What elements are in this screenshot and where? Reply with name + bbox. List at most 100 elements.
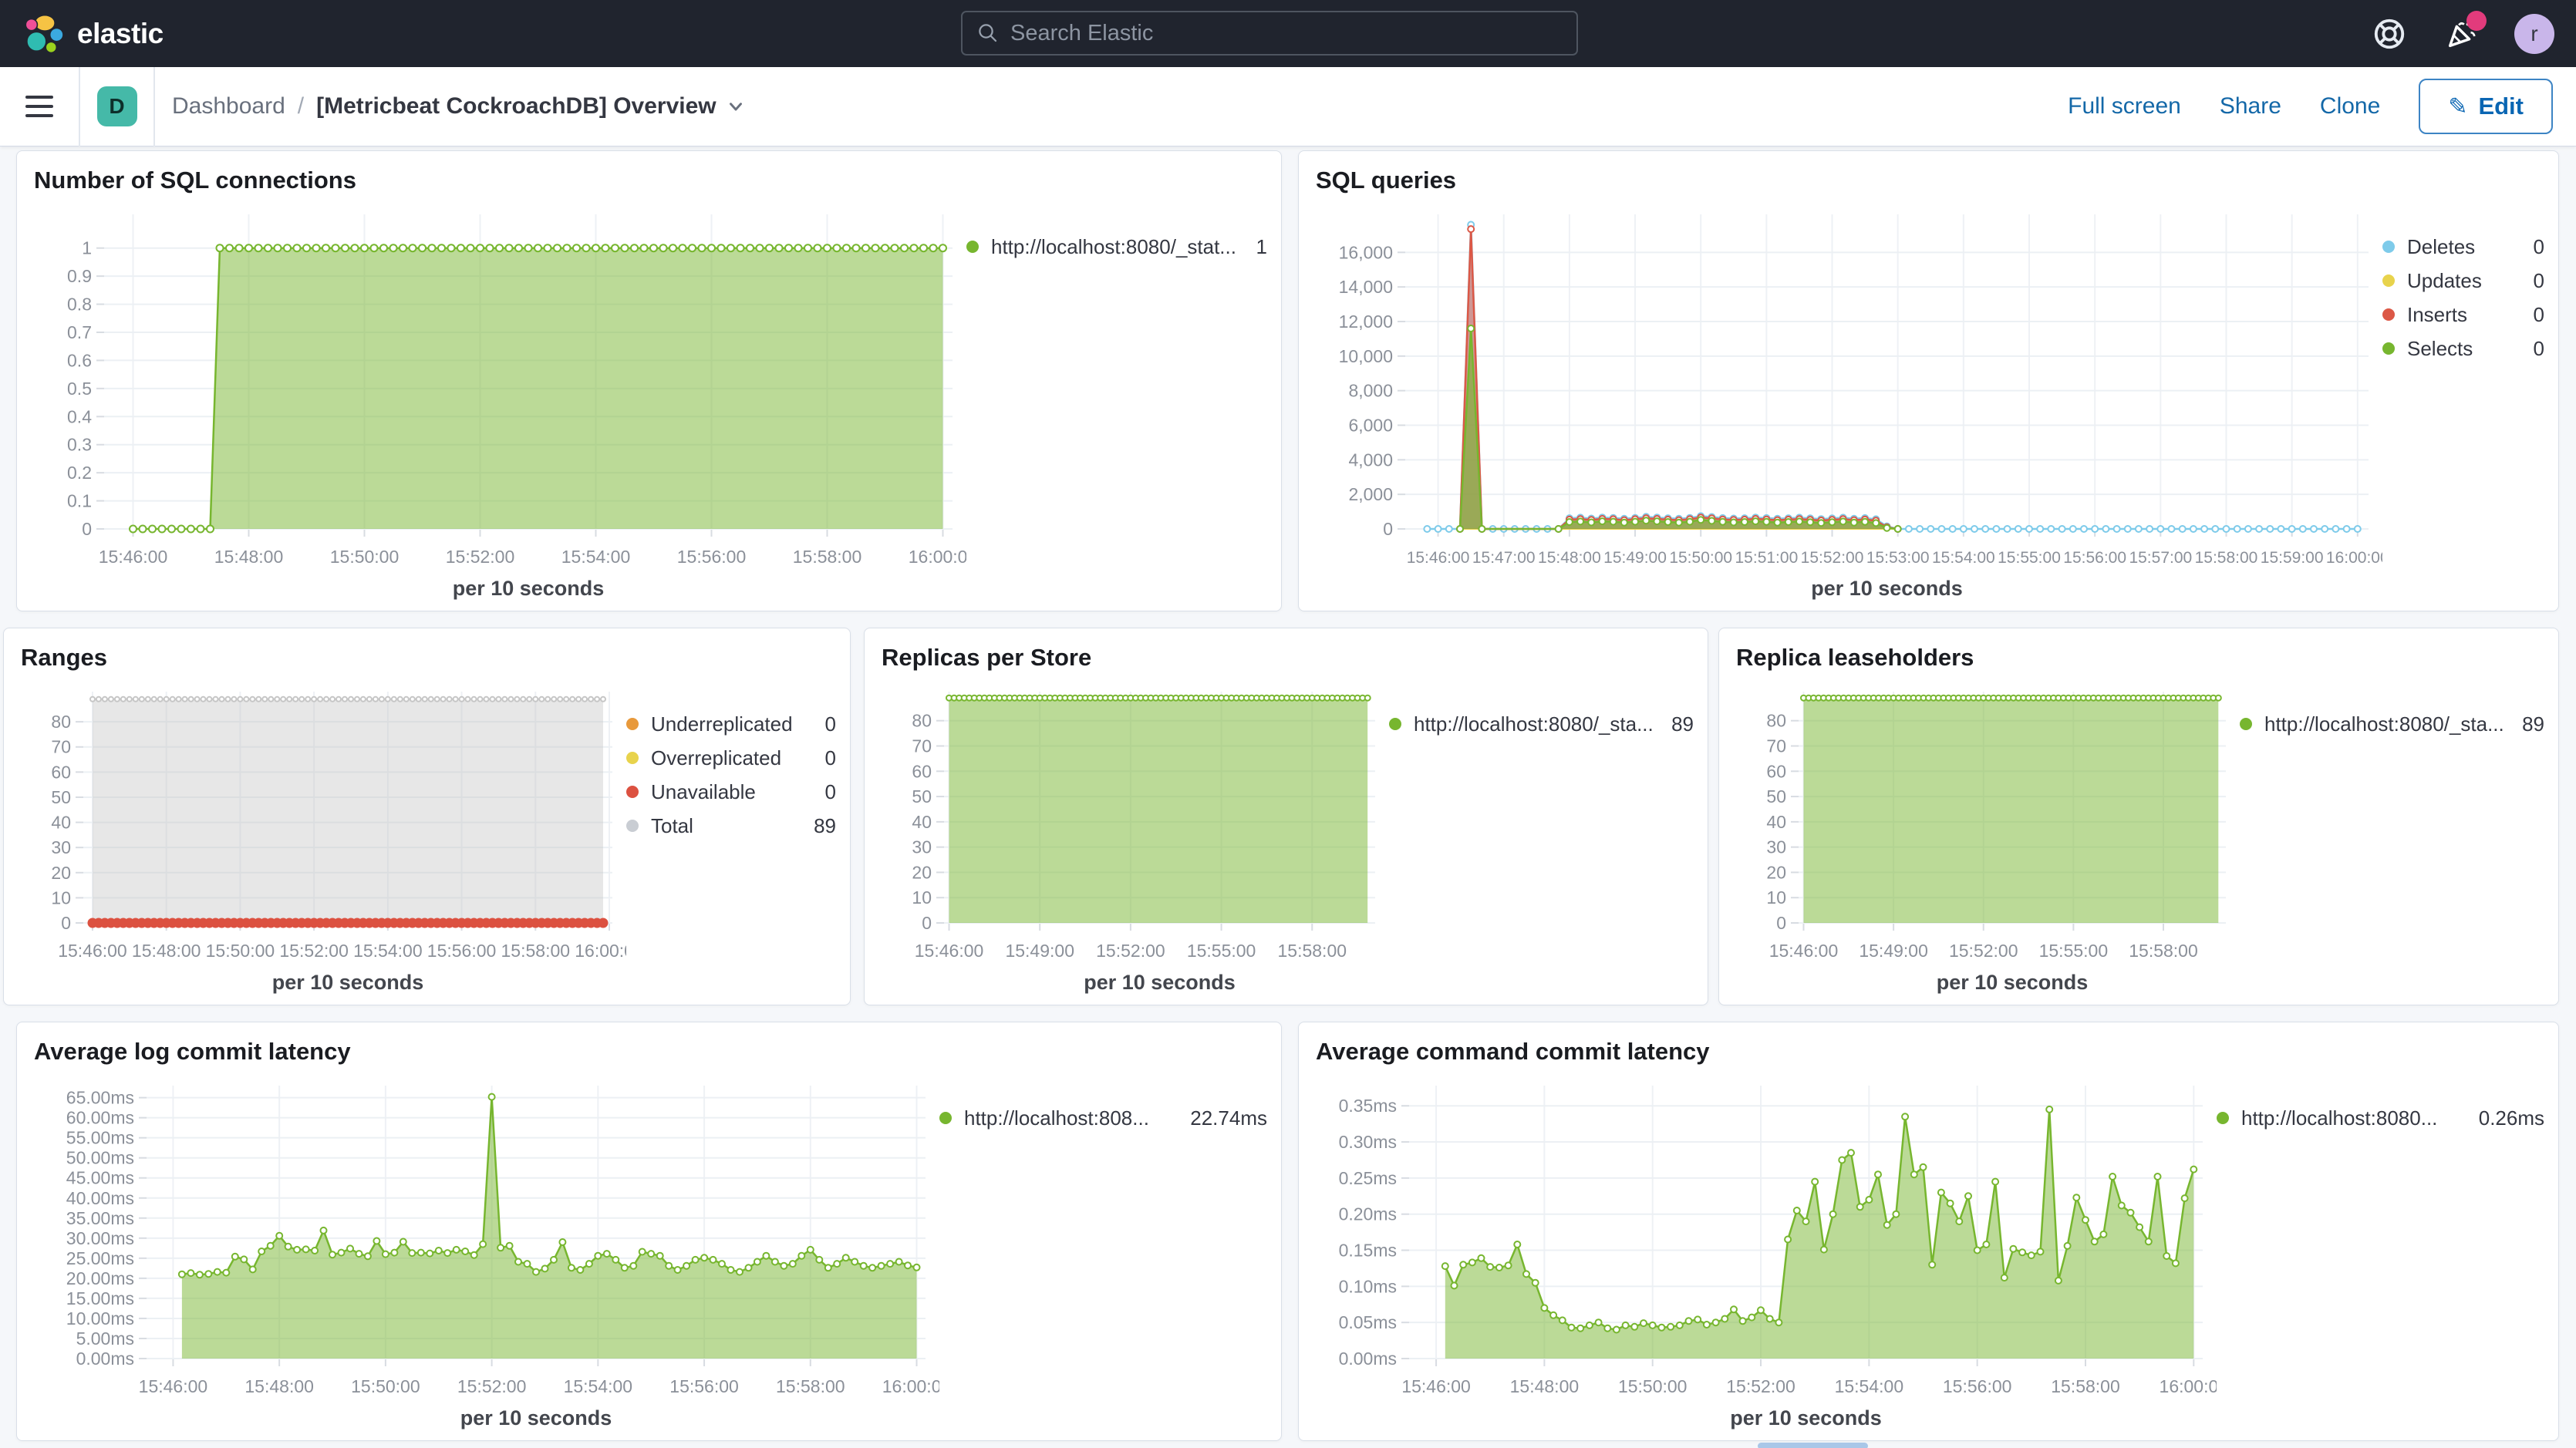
svg-text:0.10ms: 0.10ms [1339, 1276, 1397, 1296]
svg-text:15:47:00: 15:47:00 [1472, 549, 1536, 567]
user-avatar[interactable]: r [2514, 14, 2554, 54]
legend-label: http://localhost:8080/_stat... [991, 235, 1236, 259]
chart-average-log-commit-latency[interactable]: 15:46:0015:48:0015:50:0015:52:0015:54:00… [31, 1073, 939, 1433]
chart-number-of-sql-connections[interactable]: 15:46:0015:48:0015:50:0015:52:0015:54:00… [31, 202, 966, 603]
panel-title: Replica leaseholders [1733, 639, 2544, 679]
legend-item[interactable]: Total89 [626, 809, 836, 843]
global-search-input[interactable]: Search Elastic [961, 11, 1578, 56]
svg-text:15:48:00: 15:48:00 [132, 941, 201, 961]
legend-item[interactable]: http://localhost:8080/_stat...1 [966, 230, 1267, 264]
svg-text:0.25ms: 0.25ms [1339, 1168, 1397, 1188]
svg-text:16:00:00: 16:00:00 [909, 547, 966, 567]
svg-text:40.00ms: 40.00ms [66, 1188, 134, 1208]
svg-text:60: 60 [912, 761, 932, 781]
chart-sql-queries[interactable]: 15:46:0015:47:0015:48:0015:49:0015:50:00… [1313, 202, 2382, 603]
svg-text:15:52:00: 15:52:00 [1096, 941, 1165, 961]
svg-text:15:56:00: 15:56:00 [1943, 1376, 2012, 1396]
legend-item[interactable]: http://localhost:8080/_sta...89 [2240, 707, 2544, 741]
panel-title: Number of SQL connections [31, 162, 1267, 202]
svg-text:15:52:00: 15:52:00 [1949, 941, 2018, 961]
legend-item[interactable]: Underreplicated0 [626, 707, 836, 741]
svg-text:60: 60 [51, 762, 71, 782]
svg-text:30: 30 [1766, 837, 1786, 857]
svg-text:per 10 seconds: per 10 seconds [1730, 1406, 1882, 1429]
share-button[interactable]: Share [2220, 93, 2281, 120]
svg-text:0: 0 [61, 913, 71, 933]
svg-text:0.6: 0.6 [67, 350, 92, 370]
legend-item[interactable]: http://localhost:808...22.74ms [939, 1101, 1267, 1135]
svg-text:15:58:00: 15:58:00 [501, 941, 571, 961]
help-button[interactable] [2369, 14, 2409, 54]
chart-average-command-commit-latency[interactable]: 15:46:0015:48:0015:50:0015:52:0015:54:00… [1313, 1073, 2217, 1433]
legend-swatch-icon [626, 786, 639, 798]
panel-average-log-commit-latency: Average log commit latency 15:46:0015:48… [16, 1022, 1282, 1441]
legend-value: 0 [814, 746, 836, 770]
chart-legend: http://localhost:8080/_sta...89 [2240, 679, 2544, 997]
svg-text:15:46:00: 15:46:00 [139, 1376, 208, 1396]
legend-item[interactable]: Overreplicated0 [626, 741, 836, 775]
newsfeed-button[interactable] [2442, 14, 2482, 54]
horizontal-scrollbar-thumb[interactable] [1758, 1443, 1868, 1448]
chart-replicas-per-store[interactable]: 15:46:0015:49:0015:52:0015:55:0015:58:00… [878, 679, 1389, 997]
dashboard-app-badge[interactable]: D [97, 86, 137, 126]
svg-text:15:52:00: 15:52:00 [1726, 1376, 1795, 1396]
svg-text:0.4: 0.4 [67, 406, 92, 426]
chart-legend: Underreplicated0Overreplicated0Unavailab… [626, 679, 836, 997]
svg-text:20: 20 [912, 862, 932, 882]
svg-text:15:54:00: 15:54:00 [564, 1376, 633, 1396]
legend-value: 0 [814, 780, 836, 804]
svg-text:15:56:00: 15:56:00 [669, 1376, 739, 1396]
chart-legend: http://localhost:8080/_stat...1 [966, 202, 1267, 603]
legend-item[interactable]: Updates0 [2382, 264, 2544, 298]
breadcrumb-dashboard-link[interactable]: Dashboard [172, 93, 285, 120]
help-life-ring-icon [2372, 16, 2407, 52]
legend-item[interactable]: Inserts0 [2382, 298, 2544, 332]
svg-text:10.00ms: 10.00ms [66, 1308, 134, 1328]
svg-text:16:00:00: 16:00:00 [2326, 549, 2382, 567]
legend-item[interactable]: http://localhost:8080...0.26ms [2217, 1101, 2544, 1135]
page-title[interactable]: [Metricbeat CockroachDB] Overview [316, 93, 746, 120]
top-header: elastic Search Elastic [0, 0, 2576, 67]
clone-button[interactable]: Clone [2320, 93, 2380, 120]
legend-item[interactable]: Deletes0 [2382, 230, 2544, 264]
svg-text:15:48:00: 15:48:00 [244, 1376, 314, 1396]
panel-replica-leaseholders: Replica leaseholders 15:46:0015:49:0015:… [1718, 628, 2559, 1005]
legend-label: http://localhost:8080... [2241, 1106, 2437, 1130]
svg-text:1: 1 [82, 238, 92, 258]
svg-text:70: 70 [1766, 736, 1786, 756]
legend-swatch-icon [626, 752, 639, 764]
svg-text:15:52:00: 15:52:00 [279, 941, 349, 961]
legend-swatch-icon [2382, 241, 2395, 253]
svg-text:15:46:00: 15:46:00 [58, 941, 127, 961]
edit-button[interactable]: ✎ Edit [2419, 79, 2553, 134]
panel-number-of-sql-connections: Number of SQL connections 15:46:0015:48:… [16, 150, 1282, 611]
svg-text:15:46:00: 15:46:00 [1401, 1376, 1471, 1396]
panel-title: Ranges [18, 639, 836, 679]
chart-ranges[interactable]: 15:46:0015:48:0015:50:0015:52:0015:54:00… [18, 679, 626, 997]
chart-replica-leaseholders[interactable]: 15:46:0015:49:0015:52:0015:55:0015:58:00… [1733, 679, 2240, 997]
legend-swatch-icon [2382, 308, 2395, 321]
svg-text:0.15ms: 0.15ms [1339, 1241, 1397, 1261]
svg-text:per 10 seconds: per 10 seconds [272, 971, 424, 994]
svg-text:50: 50 [912, 786, 932, 807]
svg-text:15:50:00: 15:50:00 [206, 941, 275, 961]
svg-text:45.00ms: 45.00ms [66, 1168, 134, 1188]
menu-button[interactable] [0, 67, 79, 146]
svg-text:15:56:00: 15:56:00 [427, 941, 497, 961]
legend-item[interactable]: Selects0 [2382, 332, 2544, 365]
svg-text:40: 40 [1766, 812, 1786, 832]
elastic-logo[interactable]: elastic [0, 14, 324, 54]
svg-text:15:48:00: 15:48:00 [214, 547, 284, 567]
legend-item[interactable]: Unavailable 0 [626, 775, 836, 809]
full-screen-button[interactable]: Full screen [2068, 93, 2181, 120]
svg-text:0.00ms: 0.00ms [76, 1349, 134, 1369]
legend-item[interactable]: http://localhost:8080/_sta...89 [1389, 707, 1694, 741]
legend-label: Unavailable [651, 780, 756, 804]
legend-swatch-icon [2240, 718, 2252, 730]
chart-legend: http://localhost:8080/_sta...89 [1389, 679, 1694, 997]
panel-ranges: Ranges 15:46:0015:48:0015:50:0015:52:00 1… [3, 628, 851, 1005]
svg-text:4,000: 4,000 [1348, 450, 1393, 470]
svg-text:0.00ms: 0.00ms [1339, 1349, 1397, 1369]
svg-text:0.1: 0.1 [67, 491, 92, 511]
svg-text:5.00ms: 5.00ms [76, 1328, 134, 1349]
